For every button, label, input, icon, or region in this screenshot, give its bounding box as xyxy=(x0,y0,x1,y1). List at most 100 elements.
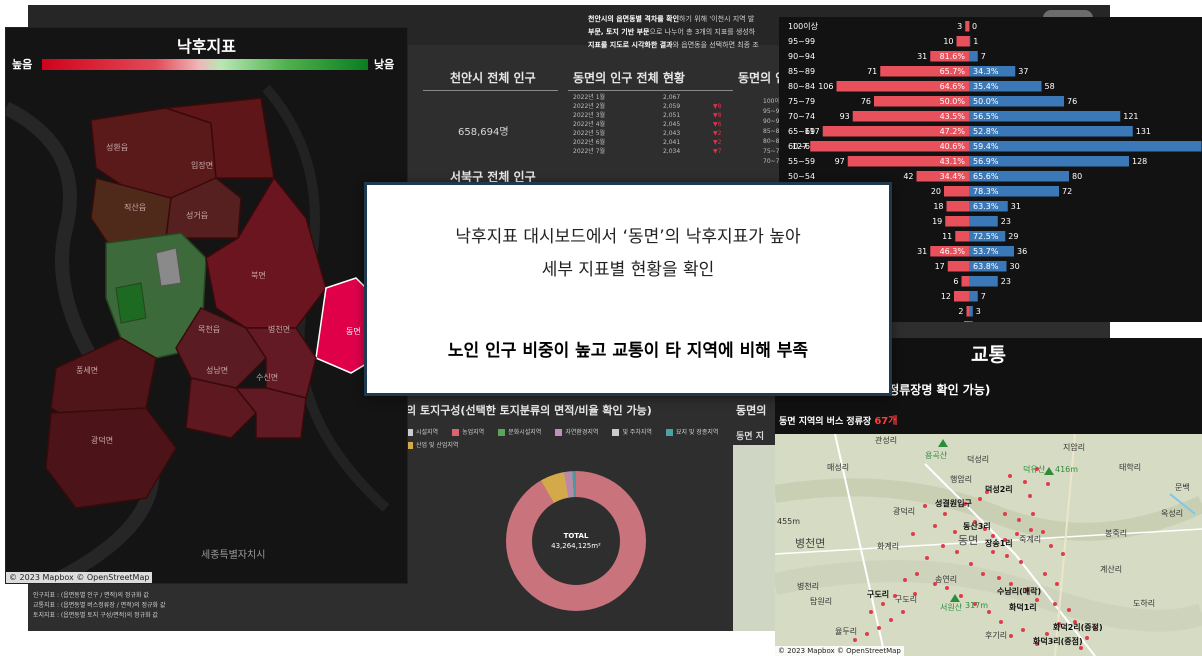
female-value: 19 xyxy=(932,217,942,226)
age-group-label: 90~94 xyxy=(788,52,815,61)
map-label: 덕유산 xyxy=(1023,464,1046,474)
month-value: 2,034 xyxy=(663,148,681,155)
region-urban-light[interactable] xyxy=(155,247,182,287)
female-bar[interactable] xyxy=(966,306,970,317)
male-bar[interactable] xyxy=(969,276,998,287)
female-value: 42 xyxy=(903,172,913,181)
backwardness-map-panel: 성환읍 입장면 직산읍 성거읍 북면 동면 목천읍 병천면 풍세면 성남면 수신… xyxy=(5,27,408,584)
female-bar[interactable] xyxy=(946,201,970,212)
male-percent: 56.5% xyxy=(973,112,999,121)
legend-item[interactable]: 문화시설지역 xyxy=(498,427,541,436)
female-value: 97 xyxy=(835,157,845,166)
female-value: 11 xyxy=(942,232,952,241)
map-label: 덕성2리 xyxy=(985,484,1013,494)
footnotes: 인구지표 : (읍면동별 인구 / 면적)의 정규화 값 교통지표 : (읍면동… xyxy=(33,591,165,621)
label-sejong: 세종특별자치시 xyxy=(201,549,265,561)
traffic-map-attribution[interactable]: © 2023 Mapbox © OpenStreetMap xyxy=(775,646,904,656)
male-value: 7 xyxy=(981,292,986,301)
age-group-label: 75~79 xyxy=(788,97,815,106)
male-value: 80 xyxy=(1072,172,1082,181)
map-attribution[interactable]: © 2023 Mapbox © OpenStreetMap xyxy=(6,572,153,583)
map-label: 송연리 xyxy=(935,575,957,584)
male-bar[interactable] xyxy=(969,216,998,227)
age-group-label: 70~74 xyxy=(788,112,815,121)
desc-line-1-bold: 천안시의 읍면동별 격차를 확인 xyxy=(588,15,680,23)
divider xyxy=(568,90,733,91)
label-bukmyeon: 북면 xyxy=(251,270,266,280)
legend-high-label: 높음 xyxy=(12,58,33,71)
female-bar[interactable] xyxy=(956,36,970,47)
month-delta: ▼2 xyxy=(713,139,722,146)
map-label: 탑원리 xyxy=(810,597,832,606)
age-group-label: 85~89 xyxy=(788,67,815,76)
monthly-row: 2022년 3월 2,051 ▼8 xyxy=(573,111,723,120)
male-value: 131 xyxy=(1136,127,1151,136)
map-label: 화계리 xyxy=(877,541,899,551)
map-label: 구도리 xyxy=(867,589,889,599)
male-bar[interactable] xyxy=(969,306,973,317)
male-value: 31 xyxy=(1011,202,1021,211)
bus-stop-map[interactable]: 관성리 매성리 용곡산 덕성리 행암리 덕성2리 성결원입구 지암리 태학리 광… xyxy=(775,434,1202,656)
land-composition-title: 의 토지구성(선택한 토지분류의 면적/비율 확인 가능) xyxy=(406,404,652,417)
choropleth-map[interactable]: 성환읍 입장면 직산읍 성거읍 북면 동면 목천읍 병천면 풍세면 성남면 수신… xyxy=(6,28,408,584)
map-label: 태학리 xyxy=(1119,462,1141,472)
map-label: 지암리 xyxy=(1063,442,1085,452)
footnote: 교통지표 : (읍면동별 버스정류장 / 면적)의 정규화 값 xyxy=(33,602,166,609)
female-value: 2 xyxy=(958,307,963,316)
month-value: 2,041 xyxy=(663,139,681,146)
desc-line-3-bold: 지표를 지도로 시각화한 결과 xyxy=(588,41,673,49)
female-bar[interactable] xyxy=(964,321,969,322)
female-bar[interactable] xyxy=(947,261,969,272)
legend-item[interactable]: 및 주차지역 xyxy=(612,427,652,436)
month-label: 2022년 3월 xyxy=(573,112,606,119)
bus-stop-number: 67개 xyxy=(874,416,898,427)
legend-item[interactable]: 시설지역 xyxy=(406,427,438,436)
legend-low-label: 낮음 xyxy=(374,58,395,71)
male-bar[interactable] xyxy=(969,141,1202,152)
map-label: 병천리 xyxy=(797,581,819,591)
legend-item[interactable]: 묘지 및 장종지역 xyxy=(665,427,718,436)
male-bar[interactable] xyxy=(969,21,970,32)
map-label: 성결원입구 xyxy=(935,498,972,508)
label-gwangdeok: 광덕면 xyxy=(91,435,113,445)
legend-item[interactable]: 농업지역 xyxy=(452,427,484,436)
label-susin: 수신면 xyxy=(256,372,278,382)
bus-stop-map-svg[interactable]: 관성리 매성리 용곡산 덕성리 행암리 덕성2리 성결원입구 지암리 태학리 광… xyxy=(775,434,1202,656)
label-jiksan: 직산읍 xyxy=(124,202,146,212)
land-title-right2: 동면 지 xyxy=(736,432,764,442)
month-value: 2,059 xyxy=(663,103,681,110)
map-label: 수남리(매락) xyxy=(997,586,1041,596)
female-bar[interactable] xyxy=(965,21,969,32)
map-label: 동산3리 xyxy=(963,521,991,531)
male-value: 23 xyxy=(1001,277,1011,286)
legend-item[interactable]: 자연환경지역 xyxy=(555,427,598,436)
male-percent: 56.9% xyxy=(973,157,999,166)
legend-item[interactable]: 산업 및 산업지역 xyxy=(406,440,458,449)
male-bar[interactable] xyxy=(969,321,973,322)
female-bar[interactable] xyxy=(944,186,969,197)
month-delta: ▼8 xyxy=(713,103,722,110)
male-percent: 59.4% xyxy=(973,142,999,151)
region-urban-dark[interactable] xyxy=(115,282,147,324)
female-percent: 40.6% xyxy=(940,142,966,151)
male-bar[interactable] xyxy=(969,291,978,302)
land-donut-chart[interactable]: TOTAL 43,264,125m² xyxy=(506,471,646,611)
male-value: 58 xyxy=(1045,82,1055,91)
label-byeongcheon: 병천면 xyxy=(268,324,290,334)
male-percent: 34.3% xyxy=(973,67,999,76)
dong-population-title: 동면의 인구 전체 현황 xyxy=(573,71,685,85)
legend-swatch xyxy=(452,429,460,436)
map-label: 봉죽리 xyxy=(1105,529,1127,538)
female-bar[interactable] xyxy=(945,216,969,227)
female-bar[interactable] xyxy=(955,231,969,242)
map-label: 용곡산 xyxy=(925,450,948,460)
female-bar[interactable] xyxy=(954,291,969,302)
male-bar[interactable] xyxy=(969,51,978,62)
male-percent: 63.3% xyxy=(973,202,999,211)
monthly-row: 2022년 5월 2,043 ▼2 xyxy=(573,129,723,138)
female-bar[interactable] xyxy=(961,276,970,287)
donut-total-value: 43,264,125m² xyxy=(551,542,601,550)
male-bar[interactable] xyxy=(969,36,971,47)
female-percent: 81.6% xyxy=(940,52,966,61)
female-percent: 64.6% xyxy=(940,82,966,91)
